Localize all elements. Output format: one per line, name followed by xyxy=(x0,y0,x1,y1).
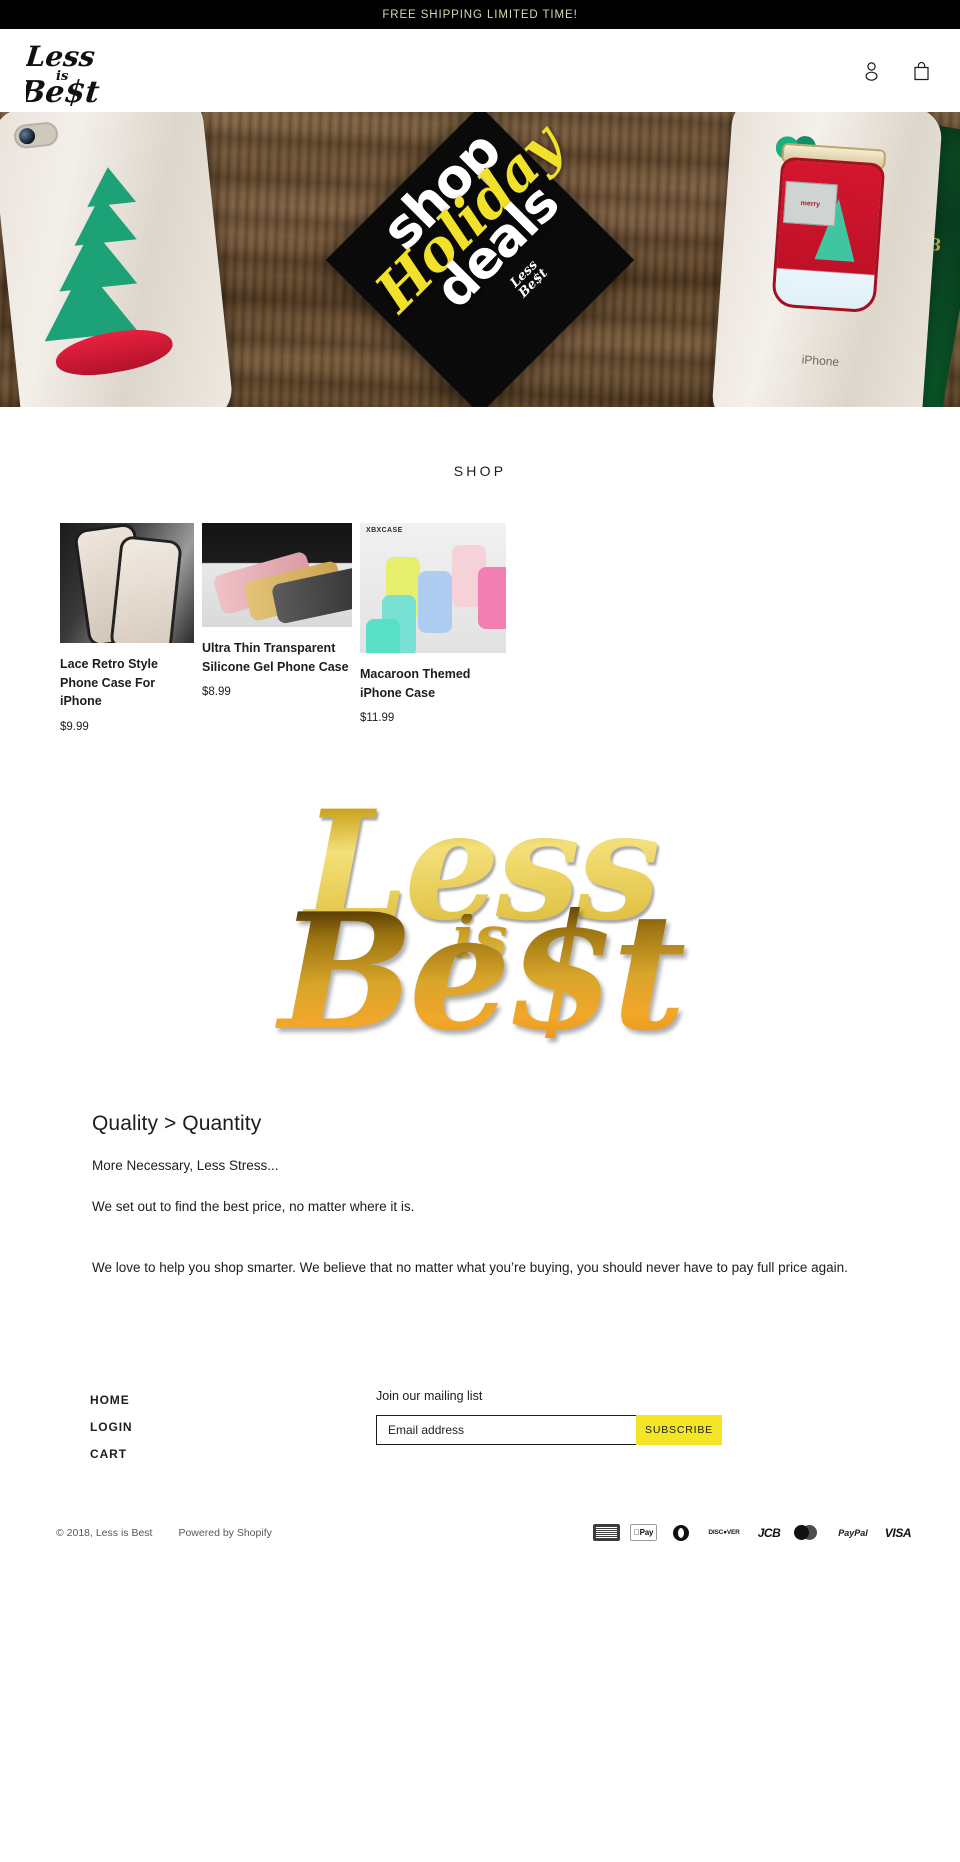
svg-text:Be$t: Be$t xyxy=(26,75,101,106)
hero-banner[interactable]: CASEIER POB merry iPhone CASEIER shop Ho… xyxy=(0,112,960,407)
copyright-text-group: © 2018, Less is Best Powered by Shopify xyxy=(28,1527,272,1539)
product-title: Lace Retro Style Phone Case For iPhone xyxy=(60,657,158,708)
product-grid: Lace Retro Style Phone Case For iPhone $… xyxy=(0,523,960,733)
rich-text-paragraph-1: More Necessary, Less Stress... xyxy=(92,1158,279,1174)
site-logo[interactable]: Less is Be$t xyxy=(17,36,122,110)
rich-text-paragraph-3: We love to help you shop smarter. We bel… xyxy=(92,1260,848,1276)
visa-icon: VISA xyxy=(882,1524,914,1542)
copyright-bar: © 2018, Less is Best Powered by Shopify … xyxy=(0,1508,960,1563)
announcement-text: FREE SHIPPING LIMITED TIME! xyxy=(382,8,578,21)
american-express-icon xyxy=(593,1524,620,1542)
discover-icon: DISC●VER xyxy=(704,1524,744,1542)
diners-club-icon xyxy=(667,1524,694,1542)
newsletter-form: SUBSCRIBE xyxy=(376,1415,722,1446)
newsletter-email-input[interactable] xyxy=(376,1415,636,1446)
logo-svg: Less is Be$t xyxy=(17,40,101,110)
payment-methods: Pay DISC●VER JCB PayPal VISA xyxy=(593,1524,932,1542)
product-image[interactable] xyxy=(60,523,194,643)
case-label-right: iPhone xyxy=(801,352,840,370)
jar-tag-text: merry xyxy=(800,199,821,208)
mastercard-icon xyxy=(794,1524,824,1542)
product-card[interactable]: XBXCASE Macaroon Themed iPhone Case $11.… xyxy=(360,523,506,724)
product-price: $8.99 xyxy=(202,686,231,698)
paypal-icon: PayPal xyxy=(834,1524,872,1542)
brand-artwork-section: Less is Be$t xyxy=(0,733,960,1067)
case-brand-left: CASEIER xyxy=(77,405,133,407)
rich-text-section: Quality > Quantity More Necessary, Less … xyxy=(0,1066,960,1279)
product-image[interactable] xyxy=(202,523,352,627)
rich-text-paragraph-2: We set out to find the best price, no ma… xyxy=(92,1198,415,1214)
case-graphic-blue xyxy=(418,571,452,633)
shop-heading: SHOP xyxy=(453,463,507,479)
account-person-icon[interactable] xyxy=(858,56,884,86)
footer-link-login[interactable]: LOGIN xyxy=(90,1420,372,1434)
newsletter-subscribe-button[interactable]: SUBSCRIBE xyxy=(636,1415,722,1446)
hero-phone-case-left: CASEIER xyxy=(0,112,235,407)
product-card[interactable]: Lace Retro Style Phone Case For iPhone $… xyxy=(60,523,194,733)
product-title: Macaroon Themed iPhone Case xyxy=(360,667,471,700)
rich-text-heading: Quality > Quantity xyxy=(92,1112,262,1136)
header-icons xyxy=(858,56,938,86)
newsletter-signup: Join our mailing list SUBSCRIBE xyxy=(372,1389,932,1446)
page-root: FREE SHIPPING LIMITED TIME! Less is Be$t xyxy=(0,0,960,1563)
footer-link-home[interactable]: HOME xyxy=(90,1393,372,1407)
announcement-bar[interactable]: FREE SHIPPING LIMITED TIME! xyxy=(0,0,960,29)
shopping-bag-icon[interactable] xyxy=(908,56,934,86)
product-image-watermark: XBXCASE xyxy=(366,527,403,534)
copyright-text: © 2018, Less is Best xyxy=(56,1526,153,1539)
newsletter-title: Join our mailing list xyxy=(376,1389,483,1404)
hero-phone-case-right: merry iPhone CASEIER xyxy=(710,112,944,407)
jcb-icon: JCB xyxy=(754,1524,784,1542)
case-graphic-green xyxy=(366,619,400,653)
product-price: $9.99 xyxy=(60,720,89,733)
product-image[interactable]: XBXCASE xyxy=(360,523,506,653)
jar-tag-graphic: merry xyxy=(782,180,838,227)
footer-link-cart[interactable]: CART xyxy=(90,1447,372,1461)
site-header: Less is Be$t xyxy=(0,29,960,112)
brand-artwork: Less is Be$t xyxy=(270,791,690,1053)
powered-by-shopify-link[interactable]: Powered by Shopify xyxy=(178,1527,271,1539)
product-card[interactable]: Ultra Thin Transparent Silicone Gel Phon… xyxy=(202,523,352,698)
shop-section: SHOP Lace Retro Style Phone Case For iPh… xyxy=(0,407,960,733)
product-price: $11.99 xyxy=(360,712,395,724)
product-title: Ultra Thin Transparent Silicone Gel Phon… xyxy=(202,641,349,674)
site-footer: HOME LOGIN CART Join our mailing list SU… xyxy=(0,1359,960,1474)
case-graphic-magenta xyxy=(478,567,506,629)
brand-artwork-line3: Be$t xyxy=(270,892,690,1052)
footer-navigation: HOME LOGIN CART xyxy=(28,1389,372,1474)
apple-pay-icon: Pay xyxy=(630,1524,657,1542)
